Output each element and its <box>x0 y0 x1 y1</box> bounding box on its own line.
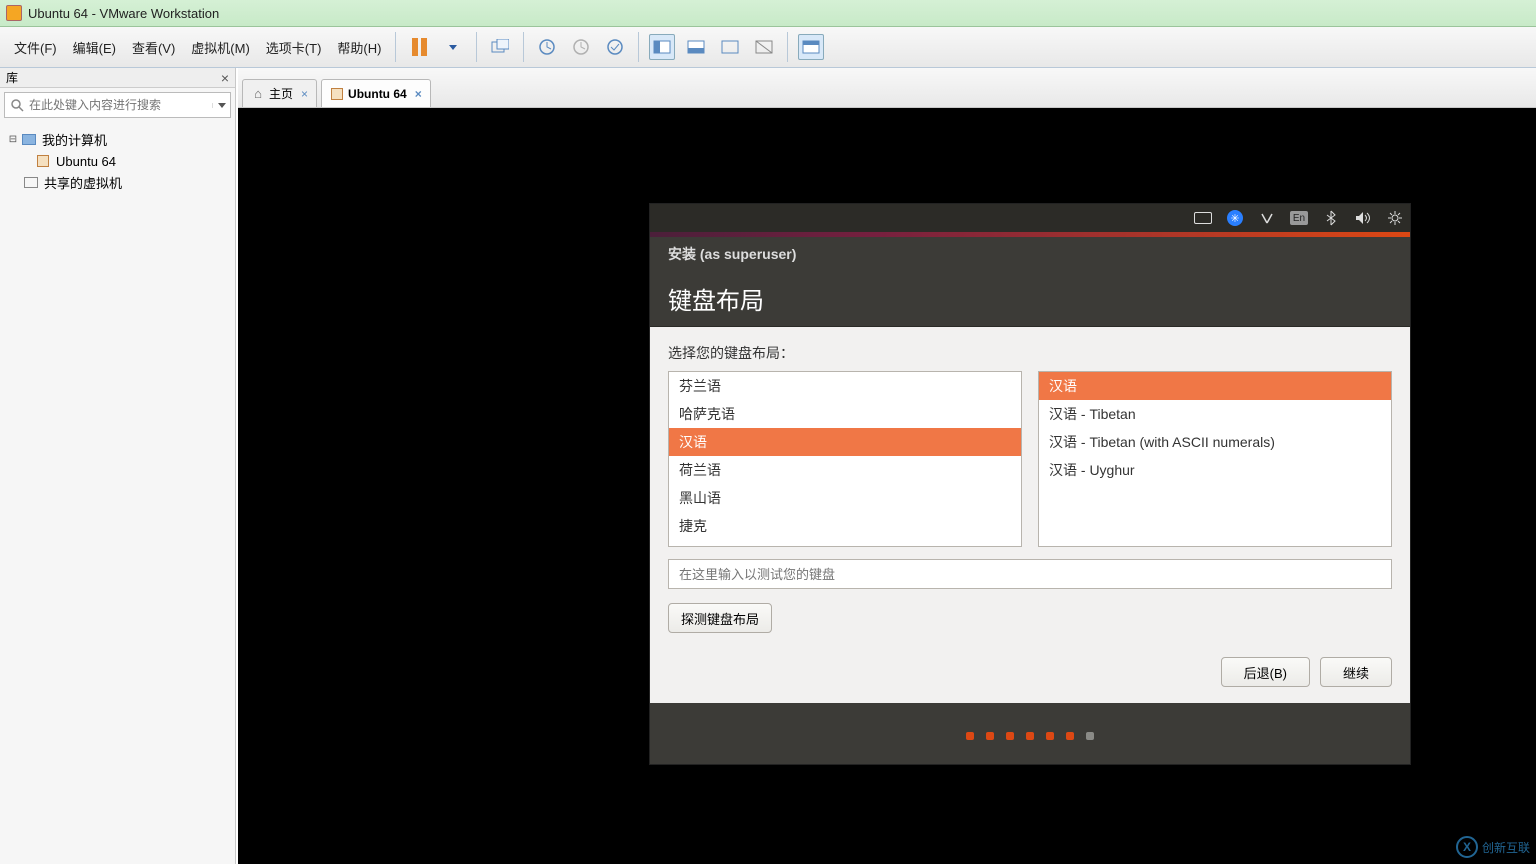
tree-vm-ubuntu64[interactable]: Ubuntu 64 <box>4 151 231 171</box>
variant-list-item[interactable]: 汉语 <box>1039 372 1391 400</box>
installer-titlebar: 安装 (as superuser) <box>650 237 1410 271</box>
progress-dot <box>986 732 994 740</box>
vm-icon <box>34 153 52 169</box>
tree-shared-vms[interactable]: 共享的虚拟机 <box>4 171 231 194</box>
language-list-item[interactable]: 芬兰语 <box>669 372 1021 400</box>
tab-label: Ubuntu 64 <box>348 87 407 101</box>
progress-dot <box>1086 732 1094 740</box>
installer-body: 选择您的键盘布局： 芬兰语哈萨克语汉语荷兰语黑山语捷克柯尔克孜语(吉尔吉斯语) … <box>650 327 1410 703</box>
tab-label: 主页 <box>269 85 293 102</box>
language-list-item[interactable]: 汉语 <box>669 428 1021 456</box>
language-list-item[interactable]: 捷克 <box>669 512 1021 540</box>
home-icon: ⌂ <box>251 87 265 101</box>
sidebar-close-button[interactable]: × <box>221 70 229 86</box>
language-list-item[interactable]: 哈萨克语 <box>669 400 1021 428</box>
tree-label: 共享的虚拟机 <box>44 173 122 192</box>
keyboard-indicator-icon[interactable] <box>1194 210 1212 226</box>
tree-label: 我的计算机 <box>42 130 107 149</box>
vm-icon <box>330 87 344 101</box>
language-list-item[interactable]: 黑山语 <box>669 484 1021 512</box>
installer-subtitle: 安装 (as superuser) <box>668 244 796 264</box>
menu-edit[interactable]: 编辑(E) <box>65 34 124 61</box>
keyboard-test-input[interactable] <box>668 559 1392 589</box>
progress-dots <box>650 708 1410 764</box>
progress-dot <box>1046 732 1054 740</box>
menu-file[interactable]: 文件(F) <box>6 34 65 61</box>
library-sidebar: 库 × ⊟ 我的计算机 Ubuntu 64 共享的虚拟机 <box>0 68 236 864</box>
snapshot-take-button[interactable] <box>534 34 560 60</box>
continue-button[interactable]: 继续 <box>1320 657 1392 687</box>
library-search[interactable] <box>4 92 231 118</box>
tree-my-computer[interactable]: ⊟ 我的计算机 <box>4 128 231 151</box>
bluetooth-icon[interactable] <box>1322 210 1340 226</box>
sidebar-title: 库 <box>6 69 18 86</box>
tree-label: Ubuntu 64 <box>56 154 116 169</box>
search-icon <box>5 98 29 112</box>
tab-close-icon[interactable]: × <box>301 87 308 101</box>
view-thumbnail-button[interactable] <box>798 34 824 60</box>
tab-close-icon[interactable]: × <box>415 87 422 101</box>
tab-ubuntu64[interactable]: Ubuntu 64 × <box>321 79 431 107</box>
computer-icon <box>20 132 38 148</box>
menu-view[interactable]: 查看(V) <box>124 34 183 61</box>
menu-items: 文件(F) 编辑(E) 查看(V) 虚拟机(M) 选项卡(T) 帮助(H) <box>0 34 389 61</box>
view-fullscreen-button[interactable] <box>717 34 743 60</box>
menu-vm[interactable]: 虚拟机(M) <box>183 34 258 61</box>
network-icon[interactable] <box>1258 210 1276 226</box>
watermark-logo-icon: X <box>1456 836 1478 858</box>
variant-list-item[interactable]: 汉语 - Uyghur <box>1039 456 1391 484</box>
search-dropdown[interactable] <box>212 103 230 108</box>
watermark: X 创新互联 <box>1456 836 1530 858</box>
view-stretch-button[interactable] <box>683 34 709 60</box>
ubuntu-installer-window: ✳ En 安装 (as superuser) 键盘布局 选择您的键盘布局： 芬兰… <box>650 204 1410 764</box>
heading-text: 键盘布局 <box>668 281 764 316</box>
language-list-item[interactable]: 荷兰语 <box>669 456 1021 484</box>
tab-home[interactable]: ⌂ 主页 × <box>242 79 317 107</box>
accessibility-icon[interactable]: ✳ <box>1226 210 1244 226</box>
power-dropdown[interactable] <box>440 34 466 60</box>
search-input[interactable] <box>29 98 212 112</box>
progress-dot <box>1006 732 1014 740</box>
snapshot-revert-button[interactable] <box>568 34 594 60</box>
progress-dot <box>1066 732 1074 740</box>
detect-layout-button[interactable]: 探测键盘布局 <box>668 603 772 633</box>
collapse-icon[interactable]: ⊟ <box>6 134 20 145</box>
menu-help[interactable]: 帮助(H) <box>329 34 389 61</box>
language-list-item[interactable]: 柯尔克孜语(吉尔吉斯语) <box>669 540 1021 547</box>
shared-icon <box>22 175 40 191</box>
choose-layout-label: 选择您的键盘布局： <box>668 343 1392 363</box>
progress-dot <box>966 732 974 740</box>
progress-dot <box>1026 732 1034 740</box>
installer-heading: 键盘布局 <box>650 271 1410 327</box>
view-unity-button[interactable] <box>751 34 777 60</box>
variant-list-item[interactable]: 汉语 - Tibetan <box>1039 400 1391 428</box>
library-tree: ⊟ 我的计算机 Ubuntu 64 共享的虚拟机 <box>0 122 235 200</box>
snapshot-button[interactable] <box>487 34 513 60</box>
sidebar-header: 库 × <box>0 68 235 88</box>
settings-gear-icon[interactable] <box>1386 210 1404 226</box>
volume-icon[interactable] <box>1354 210 1372 226</box>
snapshot-manager-button[interactable] <box>602 34 628 60</box>
pause-button[interactable] <box>406 34 432 60</box>
window-title: Ubuntu 64 - VMware Workstation <box>28 6 219 21</box>
variant-list-item[interactable]: 汉语 - Tibetan (with ASCII numerals) <box>1039 428 1391 456</box>
menu-bar: 文件(F) 编辑(E) 查看(V) 虚拟机(M) 选项卡(T) 帮助(H) <box>0 27 1536 68</box>
window-titlebar: Ubuntu 64 - VMware Workstation <box>0 0 1536 27</box>
keyboard-language-list[interactable]: 芬兰语哈萨克语汉语荷兰语黑山语捷克柯尔克孜语(吉尔吉斯语) <box>668 371 1022 547</box>
vm-tabs: ⌂ 主页 × Ubuntu 64 × <box>238 68 1536 108</box>
view-console-button[interactable] <box>649 34 675 60</box>
keyboard-variant-list[interactable]: 汉语汉语 - Tibetan汉语 - Tibetan (with ASCII n… <box>1038 371 1392 547</box>
language-indicator[interactable]: En <box>1290 210 1308 226</box>
app-icon <box>6 5 22 21</box>
watermark-text: 创新互联 <box>1482 839 1530 856</box>
vm-console[interactable]: ✳ En 安装 (as superuser) 键盘布局 选择您的键盘布局： 芬兰… <box>238 108 1536 864</box>
ubuntu-top-panel: ✳ En <box>650 204 1410 232</box>
back-button[interactable]: 后退(B) <box>1221 657 1310 687</box>
menu-tabs[interactable]: 选项卡(T) <box>258 34 330 61</box>
